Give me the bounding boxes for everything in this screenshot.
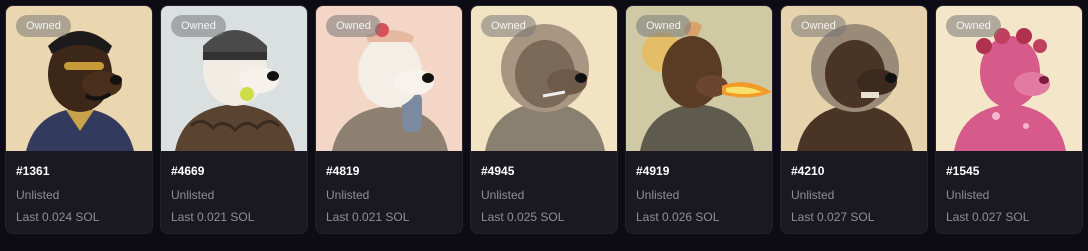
- nft-name: #4945: [481, 164, 515, 178]
- owned-badge: Owned: [791, 15, 846, 37]
- nft-image[interactable]: Owned: [936, 6, 1082, 151]
- listing-status: Unlisted: [171, 188, 215, 202]
- nft-image[interactable]: Owned: [316, 6, 462, 151]
- nft-card[interactable]: Owned #4919 Unlisted Last 0.026 SOL: [625, 5, 773, 234]
- nft-image[interactable]: Owned: [626, 6, 772, 151]
- nft-name: #1361: [16, 164, 50, 178]
- nft-name: #4669: [171, 164, 205, 178]
- owned-badge: Owned: [326, 15, 381, 37]
- nft-name: #4919: [636, 164, 670, 178]
- nft-image[interactable]: Owned: [161, 6, 307, 151]
- nft-card[interactable]: Owned #4210 Unlisted Last 0.027 SOL: [780, 5, 928, 234]
- last-sale-price: Last 0.026 SOL: [636, 210, 720, 224]
- last-sale-price: Last 0.021 SOL: [171, 210, 255, 224]
- owned-badge: Owned: [16, 15, 71, 37]
- owned-badge: Owned: [946, 15, 1001, 37]
- nft-name: #1545: [946, 164, 980, 178]
- listing-status: Unlisted: [946, 188, 990, 202]
- last-sale-price: Last 0.027 SOL: [791, 210, 875, 224]
- listing-status: Unlisted: [16, 188, 60, 202]
- nft-name: #4210: [791, 164, 825, 178]
- nft-card[interactable]: Owned #4945 Unlisted Last 0.025 SOL: [470, 5, 618, 234]
- nft-grid: Owned #1361 Unlisted Last 0.024 SOL Owne…: [5, 5, 1083, 234]
- owned-badge: Owned: [636, 15, 691, 37]
- nft-image[interactable]: Owned: [781, 6, 927, 151]
- listing-status: Unlisted: [481, 188, 525, 202]
- last-sale-price: Last 0.025 SOL: [481, 210, 565, 224]
- nft-image[interactable]: Owned: [471, 6, 617, 151]
- nft-card[interactable]: Owned #4819 Unlisted Last 0.021 SOL: [315, 5, 463, 234]
- listing-status: Unlisted: [326, 188, 370, 202]
- listing-status: Unlisted: [636, 188, 680, 202]
- nft-card[interactable]: Owned #1361 Unlisted Last 0.024 SOL: [5, 5, 153, 234]
- nft-name: #4819: [326, 164, 360, 178]
- last-sale-price: Last 0.024 SOL: [16, 210, 100, 224]
- nft-card[interactable]: Owned #1545 Unlisted Last 0.027 SOL: [935, 5, 1083, 234]
- nft-image[interactable]: Owned: [6, 6, 152, 151]
- last-sale-price: Last 0.027 SOL: [946, 210, 1030, 224]
- nft-card[interactable]: Owned #4669 Unlisted Last 0.021 SOL: [160, 5, 308, 234]
- owned-badge: Owned: [171, 15, 226, 37]
- listing-status: Unlisted: [791, 188, 835, 202]
- owned-badge: Owned: [481, 15, 536, 37]
- last-sale-price: Last 0.021 SOL: [326, 210, 410, 224]
